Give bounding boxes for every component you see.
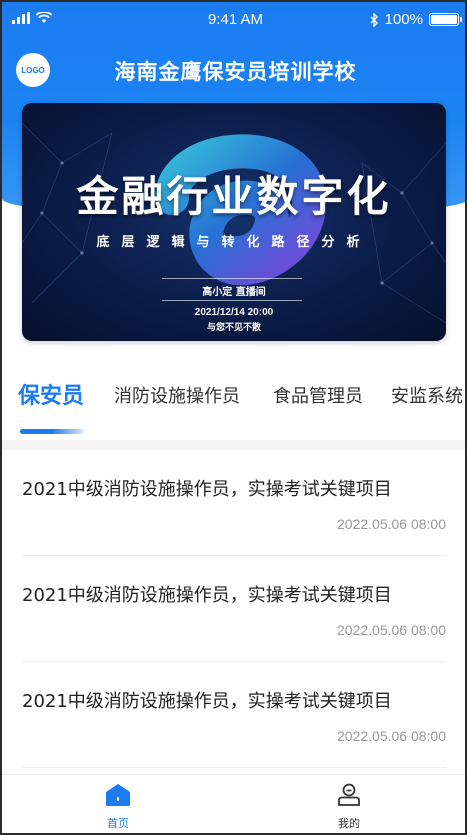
active-tab-indicator (20, 429, 84, 434)
banner-rule (162, 278, 302, 279)
status-bar: 9:41 AM 100% (2, 2, 465, 40)
list-item[interactable]: 2021中级消防设施操作员，实操考试关键项目 2022.05.06 08:00 (22, 450, 446, 556)
tab-food-manager[interactable]: 食品管理员 (273, 382, 363, 408)
news-title: 2021中级消防设施操作员，实操考试关键项目 (22, 479, 392, 500)
banner-rule (162, 300, 302, 301)
banner-datetime: 2021/12/14 20:00 (194, 307, 274, 318)
banner-title: 金融行业数字化 (76, 172, 392, 221)
news-title: 2021中级消防设施操作员，实操考试关键项目 (22, 691, 392, 712)
category-tabs: 保安员 消防设施操作员 食品管理员 安监系统 (2, 374, 465, 434)
news-date: 2022.05.06 08:00 (337, 516, 446, 532)
home-icon (106, 784, 130, 806)
tabbar-label-home: 首页 (107, 817, 129, 830)
banner-host: 高小定 直播间 (202, 287, 266, 298)
list-item[interactable]: 2021中级消防设施操作员，实操考试关键项目 2022.05.06 08:00 (22, 556, 446, 662)
bottom-tab-bar: 首页 我的 (2, 774, 465, 833)
tab-security-guard[interactable]: 保安员 (18, 378, 84, 410)
news-list: 2021中级消防设施操作员，实操考试关键项目 2022.05.06 08:00 … (22, 450, 446, 768)
tabbar-label-profile: 我的 (338, 817, 360, 830)
tab-safety-supervision[interactable]: 安监系统 (391, 382, 463, 408)
news-title: 2021中级消防设施操作员，实操考试关键项目 (22, 585, 392, 606)
bluetooth-icon (370, 12, 378, 27)
battery-icon (429, 13, 462, 26)
tab-fire-facility-operator[interactable]: 消防设施操作员 (114, 382, 240, 408)
user-icon (338, 783, 360, 806)
section-divider (2, 440, 465, 450)
page-title: 海南金鹰保安员培训学校 (114, 60, 357, 84)
list-item[interactable]: 2021中级消防设施操作员，实操考试关键项目 2022.05.06 08:00 (22, 662, 446, 768)
battery-percent: 100% (384, 11, 423, 28)
promo-banner[interactable]: 金融行业数字化 底层逻辑与转化路径分析 高小定 直播间 2021/12/14 2… (22, 103, 446, 341)
banner-subtitle: 底层逻辑与转化路径分析 (96, 235, 372, 250)
tabbar-item-home[interactable]: 首页 (78, 783, 158, 831)
banner-note: 与您不见不散 (206, 323, 261, 333)
news-date: 2022.05.06 08:00 (337, 622, 446, 638)
status-right: 100% (370, 11, 462, 28)
app-header: LOGO 海南金鹰保安员培训学校 (2, 48, 465, 92)
tabbar-item-profile[interactable]: 我的 (309, 783, 389, 831)
app-screen: 9:41 AM 100% LOGO 海南金鹰保安员培训学校 金融行业数字化 底层… (0, 0, 467, 835)
news-date: 2022.05.06 08:00 (337, 728, 446, 744)
